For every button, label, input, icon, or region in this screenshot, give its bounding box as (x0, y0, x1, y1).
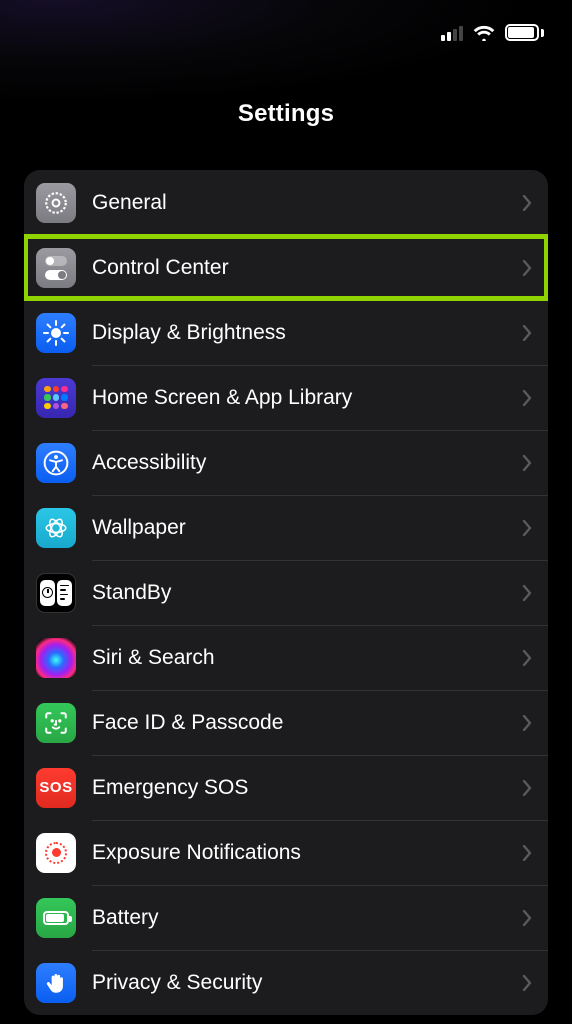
settings-row-siri-search[interactable]: Siri & Search (24, 625, 548, 690)
row-label: Battery (92, 906, 522, 930)
chevron-right-icon (522, 975, 532, 991)
rosette-icon (36, 508, 76, 548)
settings-row-battery[interactable]: Battery (24, 885, 548, 950)
row-label: Exposure Notifications (92, 841, 522, 865)
row-label: Accessibility (92, 451, 522, 475)
settings-screen: Settings General Control Center (0, 0, 572, 1024)
chevron-right-icon (522, 585, 532, 601)
chevron-right-icon (522, 520, 532, 536)
settings-row-privacy-security[interactable]: Privacy & Security (24, 950, 548, 1015)
settings-row-wallpaper[interactable]: Wallpaper (24, 495, 548, 560)
settings-row-control-center[interactable]: Control Center (24, 235, 548, 300)
chevron-right-icon (522, 195, 532, 211)
siri-icon (36, 638, 76, 678)
sos-icon: SOS (36, 768, 76, 808)
cellular-signal-icon (441, 25, 463, 41)
row-label: Face ID & Passcode (92, 711, 522, 735)
row-label: Display & Brightness (92, 321, 522, 345)
row-label: Control Center (92, 256, 522, 280)
settings-row-standby[interactable]: StandBy (24, 560, 548, 625)
chevron-right-icon (522, 455, 532, 471)
settings-row-accessibility[interactable]: Accessibility (24, 430, 548, 495)
app-grid-icon (36, 378, 76, 418)
row-label: Emergency SOS (92, 776, 522, 800)
sun-icon (36, 313, 76, 353)
toggles-icon (36, 248, 76, 288)
chevron-right-icon (522, 260, 532, 276)
chevron-right-icon (522, 845, 532, 861)
faceid-icon (36, 703, 76, 743)
page-title: Settings (0, 100, 572, 128)
battery-icon (36, 898, 76, 938)
status-bar (441, 24, 544, 41)
row-label: Home Screen & App Library (92, 386, 522, 410)
row-label: StandBy (92, 581, 522, 605)
chevron-right-icon (522, 910, 532, 926)
settings-row-home-screen[interactable]: Home Screen & App Library (24, 365, 548, 430)
gear-icon (36, 183, 76, 223)
battery-status-icon (505, 24, 544, 41)
chevron-right-icon (522, 390, 532, 406)
accessibility-icon (36, 443, 76, 483)
chevron-right-icon (522, 325, 532, 341)
chevron-right-icon (522, 780, 532, 796)
chevron-right-icon (522, 715, 532, 731)
row-label: Privacy & Security (92, 971, 522, 995)
settings-row-general[interactable]: General (24, 170, 548, 235)
hand-icon (36, 963, 76, 1003)
settings-list: General Control Center Display & Brightn… (24, 170, 548, 1015)
settings-row-faceid-passcode[interactable]: Face ID & Passcode (24, 690, 548, 755)
settings-row-exposure-notifications[interactable]: Exposure Notifications (24, 820, 548, 885)
row-label: Siri & Search (92, 646, 522, 670)
standby-icon (36, 573, 76, 613)
wifi-icon (473, 25, 495, 41)
settings-row-display-brightness[interactable]: Display & Brightness (24, 300, 548, 365)
exposure-icon (36, 833, 76, 873)
row-label: General (92, 191, 522, 215)
row-label: Wallpaper (92, 516, 522, 540)
settings-row-emergency-sos[interactable]: SOS Emergency SOS (24, 755, 548, 820)
chevron-right-icon (522, 650, 532, 666)
